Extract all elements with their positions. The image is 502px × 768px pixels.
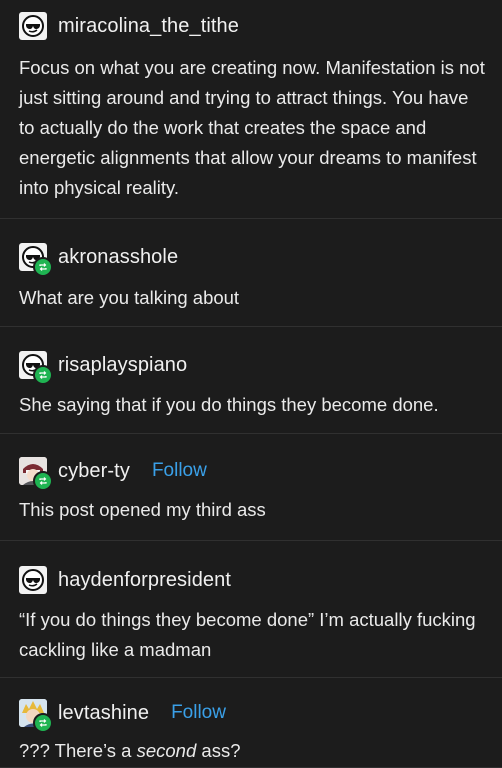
follow-button[interactable]: Follow bbox=[171, 702, 226, 724]
post-text: ??? There’s a second ass? bbox=[19, 736, 488, 766]
reblog-icon bbox=[33, 471, 53, 491]
reblog-icon bbox=[33, 713, 53, 733]
post-text: “If you do things they become done” I’m … bbox=[19, 609, 476, 660]
post-header: akronasshole bbox=[19, 243, 178, 277]
username[interactable]: cyber-ty bbox=[58, 460, 130, 483]
username[interactable]: miracolina_the_tithe bbox=[58, 15, 239, 38]
post-header: risaplayspiano bbox=[19, 351, 187, 385]
post-header: levtashine Follow bbox=[19, 699, 226, 733]
post-header: miracolina_the_tithe bbox=[19, 12, 239, 40]
post-text: This post opened my third ass bbox=[19, 499, 266, 520]
avatar[interactable] bbox=[19, 351, 53, 385]
sunglasses-avatar-icon bbox=[19, 566, 47, 594]
username[interactable]: risaplayspiano bbox=[58, 354, 187, 377]
reblog-comment: cyber-ty Follow This post opened my thir… bbox=[0, 434, 502, 541]
avatar[interactable] bbox=[19, 243, 53, 277]
follow-button[interactable]: Follow bbox=[152, 460, 207, 482]
post-text: What are you talking about bbox=[19, 287, 240, 308]
username[interactable]: levtashine bbox=[58, 702, 149, 725]
avatar[interactable] bbox=[19, 12, 47, 40]
post-header: cyber-ty Follow bbox=[19, 457, 207, 491]
sunglasses-avatar-icon bbox=[19, 12, 47, 40]
reblog-icon bbox=[33, 257, 53, 277]
avatar[interactable] bbox=[19, 566, 47, 594]
post-text: Focus on what you are creating now. Mani… bbox=[19, 57, 485, 198]
avatar[interactable] bbox=[19, 457, 53, 491]
username[interactable]: haydenforpresident bbox=[58, 569, 231, 592]
post-header: haydenforpresident bbox=[19, 566, 231, 594]
post-text-after: ass? bbox=[196, 740, 241, 761]
post-original: miracolina_the_tithe Focus on what you a… bbox=[0, 0, 502, 219]
reblog-comment: levtashine Follow ??? There’s a second a… bbox=[0, 678, 502, 768]
post-text-emphasis: second bbox=[136, 740, 197, 761]
post-text-before: ??? There’s a bbox=[19, 740, 137, 761]
username[interactable]: akronasshole bbox=[58, 246, 178, 269]
post-text: She saying that if you do things they be… bbox=[19, 394, 439, 415]
reblog-comment: haydenforpresident “If you do things the… bbox=[0, 541, 502, 678]
reblog-comment: akronasshole What are you talking about bbox=[0, 219, 502, 327]
reblog-comment: risaplayspiano She saying that if you do… bbox=[0, 327, 502, 434]
reblog-icon bbox=[33, 365, 53, 385]
avatar[interactable] bbox=[19, 699, 53, 733]
